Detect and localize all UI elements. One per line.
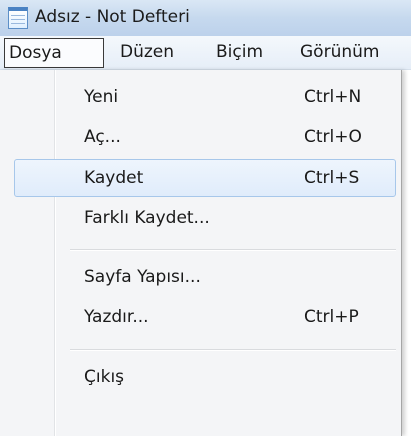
- menu-separator: [70, 349, 396, 351]
- menu-item-farkli-kaydet[interactable]: Farklı Kaydet...: [14, 199, 396, 237]
- menu-item-shortcut: Ctrl+S: [304, 168, 360, 188]
- menu-gorunum[interactable]: Görünüm: [300, 38, 379, 68]
- menu-item-cikis[interactable]: Çıkış: [14, 358, 396, 396]
- menu-separator: [70, 249, 396, 251]
- menu-bar: Dosya Düzen Biçim Görünüm: [0, 36, 411, 70]
- menu-item-shortcut: Ctrl+N: [304, 87, 362, 107]
- menu-item-yazdir[interactable]: Yazdır... Ctrl+P: [14, 298, 396, 336]
- menu-item-sayfa-yapisi[interactable]: Sayfa Yapısı...: [14, 258, 396, 296]
- file-menu-dropdown: Yeni Ctrl+N Aç... Ctrl+O Kaydet Ctrl+S F…: [0, 70, 402, 436]
- menu-item-yeni[interactable]: Yeni Ctrl+N: [14, 78, 396, 116]
- menu-dosya[interactable]: Dosya: [4, 38, 104, 68]
- window-title: Adsız - Not Defteri: [35, 7, 190, 27]
- menu-item-label: Yazdır...: [84, 307, 149, 327]
- menu-item-kaydet[interactable]: Kaydet Ctrl+S: [14, 159, 396, 197]
- menu-item-ac[interactable]: Aç... Ctrl+O: [14, 118, 396, 156]
- menu-item-label: Sayfa Yapısı...: [84, 267, 201, 287]
- menu-bicim[interactable]: Biçim: [216, 38, 263, 68]
- menu-item-label: Aç...: [84, 127, 121, 147]
- menu-item-label: Kaydet: [84, 168, 144, 188]
- menu-item-shortcut: Ctrl+P: [304, 307, 359, 327]
- menu-item-label: Yeni: [84, 87, 119, 107]
- menu-item-label: Farklı Kaydet...: [84, 208, 210, 228]
- menu-item-shortcut: Ctrl+O: [304, 127, 362, 147]
- title-bar[interactable]: Adsız - Not Defteri: [0, 0, 411, 36]
- menu-item-label: Çıkış: [84, 367, 125, 387]
- notepad-icon[interactable]: [8, 7, 28, 29]
- menu-duzen[interactable]: Düzen: [120, 38, 174, 68]
